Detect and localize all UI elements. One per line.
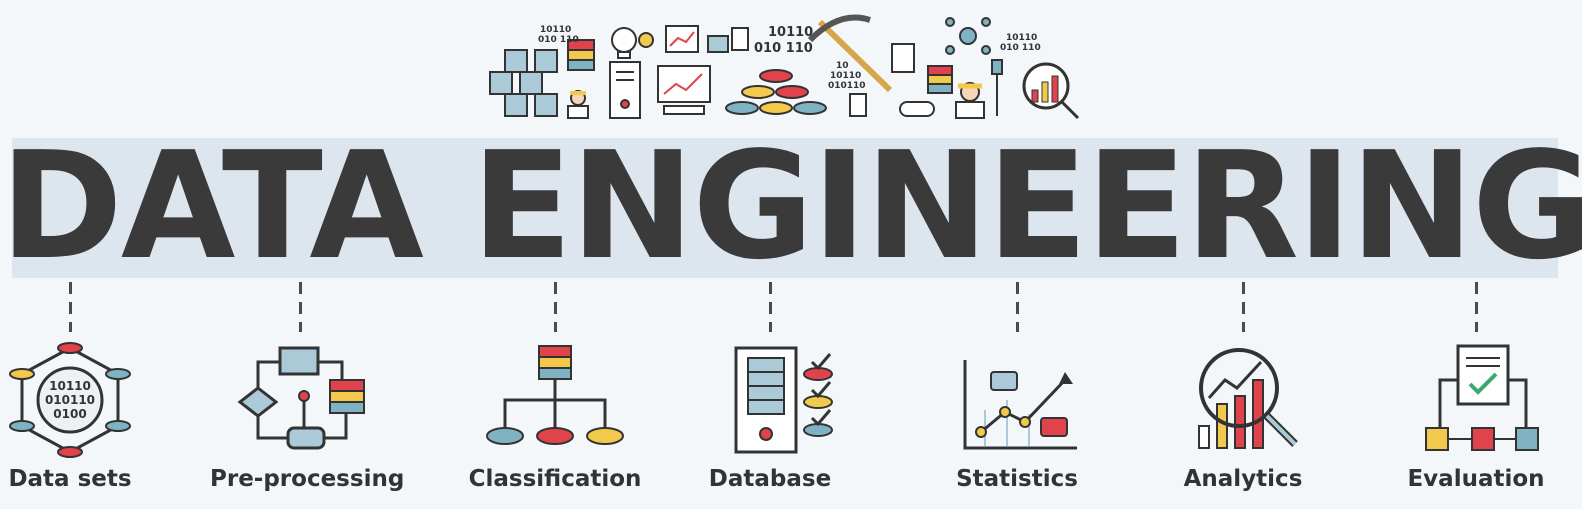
hero-binary: 010110 bbox=[828, 81, 866, 91]
gear-icon bbox=[638, 32, 654, 48]
category-statistics: Statistics bbox=[927, 282, 1107, 509]
magnifier-chart-icon bbox=[1198, 348, 1298, 449]
network-icon: 10110 010110 0100 bbox=[9, 342, 131, 458]
shovel-icon bbox=[991, 59, 1003, 116]
hierarchy-icon bbox=[486, 345, 624, 445]
dashed-connector bbox=[299, 282, 302, 332]
page-title: DATA ENGINEERING bbox=[0, 120, 1582, 292]
dashed-connector bbox=[1475, 282, 1478, 332]
binary-text: 010110 bbox=[45, 393, 95, 407]
small-chart-icon bbox=[665, 25, 699, 53]
binary-text: 0100 bbox=[53, 407, 86, 421]
category-label: Database bbox=[708, 466, 832, 492]
cubes-icon bbox=[489, 49, 558, 117]
category-label: Statistics bbox=[956, 466, 1078, 492]
checklist-icon bbox=[1425, 344, 1539, 451]
line-chart-icon bbox=[963, 360, 1077, 450]
category-analytics: Analytics bbox=[1153, 282, 1333, 509]
engineer-icon bbox=[955, 82, 985, 119]
category-label: Analytics bbox=[1183, 466, 1303, 492]
database-pile-icon bbox=[725, 69, 827, 115]
router-icon bbox=[899, 101, 935, 117]
binary-text: 10110 bbox=[49, 379, 91, 393]
dashed-connector bbox=[1016, 282, 1019, 332]
hero-binary: 10110 bbox=[1006, 33, 1037, 43]
hero-illustration: 10110 010 110 10110 010 110 10 10110 010… bbox=[489, 14, 1080, 120]
dashed-connector bbox=[554, 282, 557, 332]
hero-binary: 10110 bbox=[830, 71, 861, 81]
hero-binary: 10110 bbox=[540, 25, 571, 35]
category-label: Evaluation bbox=[1407, 466, 1545, 492]
hero-binary: 010 110 bbox=[1000, 43, 1041, 53]
network-node-icon bbox=[945, 17, 991, 55]
server-icon bbox=[734, 346, 833, 454]
category-label: Classification bbox=[468, 466, 642, 492]
hero-binary: 010 110 bbox=[538, 35, 579, 45]
category-pre-processing: Pre-processing bbox=[210, 282, 405, 509]
document-icon bbox=[731, 27, 749, 51]
category-evaluation: Evaluation bbox=[1386, 282, 1566, 509]
magnifier-chart-icon bbox=[1022, 62, 1080, 120]
category-label: Data sets bbox=[8, 466, 132, 492]
lightbulb-icon bbox=[611, 27, 637, 59]
dashed-connector bbox=[1242, 282, 1245, 332]
image-icon bbox=[707, 35, 729, 53]
monitor-chart-icon bbox=[657, 65, 711, 115]
category-label: Pre-processing bbox=[210, 466, 405, 492]
server-tower-icon bbox=[609, 61, 641, 119]
category-data-sets: 10110 010110 0100 Data sets bbox=[0, 282, 160, 509]
hero-binary: 10110 bbox=[768, 25, 813, 40]
category-classification: Classification bbox=[465, 282, 645, 509]
dashed-connector bbox=[69, 282, 72, 332]
category-database: Database bbox=[680, 282, 860, 509]
flow-icon bbox=[237, 346, 365, 450]
dashed-connector bbox=[769, 282, 772, 332]
hero-binary: 10 bbox=[836, 61, 849, 71]
database-stack-icon bbox=[927, 65, 953, 94]
hero-binary: 010 110 bbox=[754, 41, 813, 56]
worker-icon bbox=[567, 90, 589, 119]
